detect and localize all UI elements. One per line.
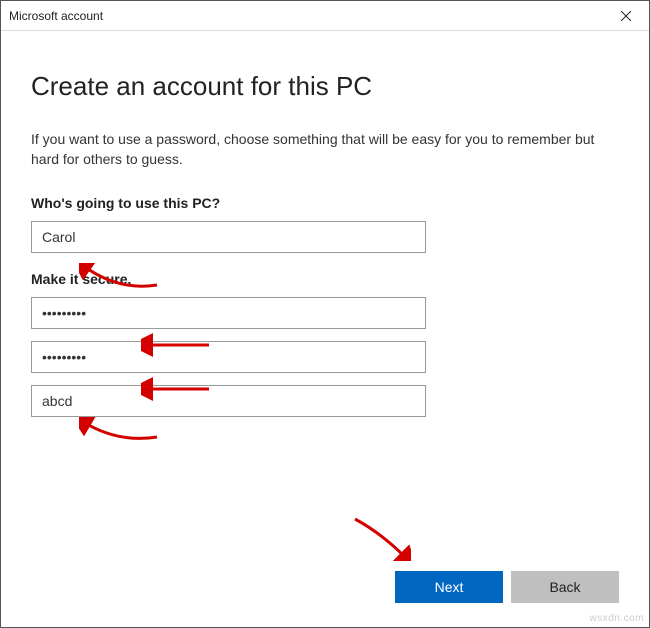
password-section-label: Make it secure. — [31, 271, 619, 287]
footer-buttons: Next Back — [31, 571, 619, 607]
annotation-arrow-icon — [351, 515, 411, 561]
username-label: Who's going to use this PC? — [31, 195, 619, 211]
close-button[interactable] — [603, 1, 649, 31]
dialog-window: Microsoft account Create an account for … — [0, 0, 650, 628]
password-input[interactable] — [31, 297, 426, 329]
password-confirm-input[interactable] — [31, 341, 426, 373]
watermark-text: wsxdn.com — [589, 613, 644, 624]
password-hint-input[interactable] — [31, 385, 426, 417]
window-title: Microsoft account — [9, 9, 103, 23]
username-input[interactable] — [31, 221, 426, 253]
page-heading: Create an account for this PC — [31, 71, 619, 102]
close-icon — [621, 8, 631, 24]
annotation-arrow-icon — [79, 417, 159, 445]
titlebar: Microsoft account — [1, 1, 649, 31]
next-button[interactable]: Next — [395, 571, 503, 603]
page-description: If you want to use a password, choose so… — [31, 130, 619, 169]
back-button[interactable]: Back — [511, 571, 619, 603]
content-area: Create an account for this PC If you wan… — [1, 31, 649, 627]
